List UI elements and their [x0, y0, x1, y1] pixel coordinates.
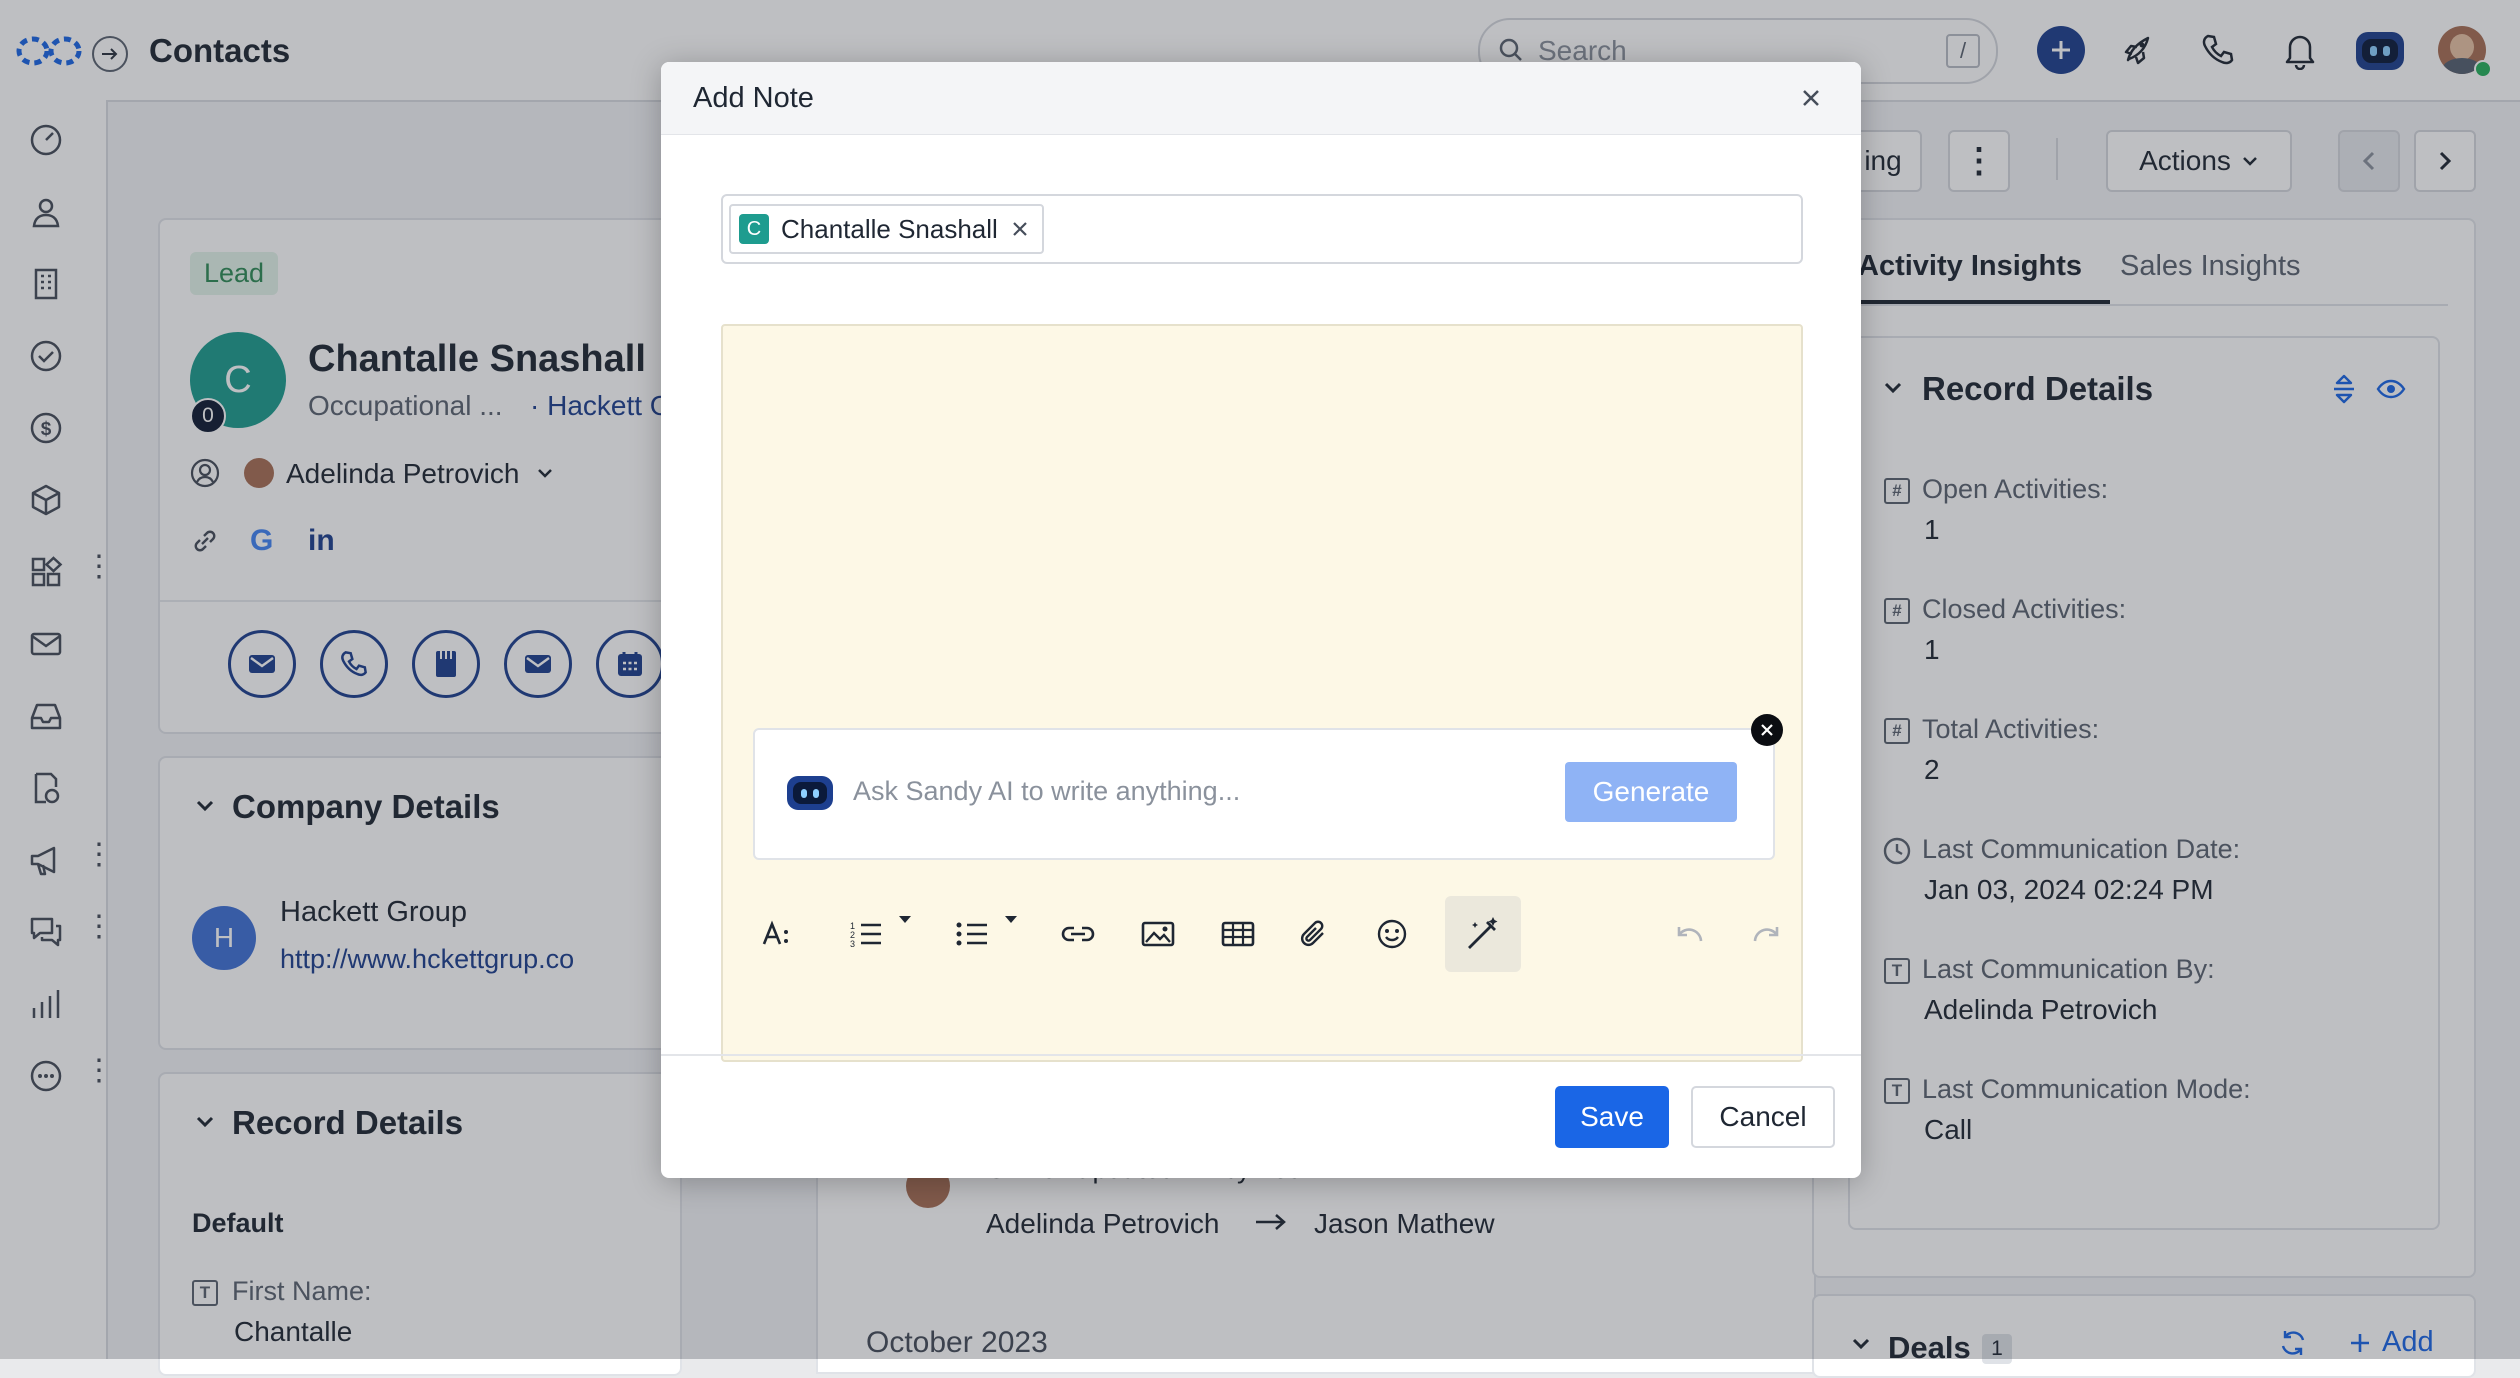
font-size-icon[interactable] [753, 896, 803, 972]
numbered-list-caret-icon[interactable] [893, 882, 917, 958]
bullet-list-caret-icon[interactable] [999, 882, 1023, 958]
generate-button[interactable]: Generate [1565, 762, 1737, 822]
modal-header: Add Note [661, 62, 1861, 135]
related-to-field[interactable]: C Chantalle Snashall [721, 194, 1803, 264]
save-button[interactable]: Save [1555, 1086, 1669, 1148]
undo-icon[interactable] [1663, 896, 1713, 972]
recipient-name: Chantalle Snashall [781, 213, 998, 244]
recipient-chip: C Chantalle Snashall [729, 204, 1044, 254]
ai-magic-wand-icon[interactable] [1445, 896, 1521, 972]
emoji-icon[interactable] [1367, 896, 1417, 972]
cancel-button[interactable]: Cancel [1691, 1086, 1835, 1148]
insert-image-icon[interactable] [1133, 896, 1183, 972]
close-ai-prompt-icon[interactable] [1751, 714, 1783, 746]
sandy-ai-bot-icon [787, 776, 833, 810]
note-editor[interactable]: Ask Sandy AI to write anything... Genera… [721, 324, 1803, 1062]
bullet-list-icon[interactable] [947, 896, 997, 972]
sandy-ai-prompt-box: Ask Sandy AI to write anything... Genera… [753, 728, 1775, 860]
recipient-avatar: C [739, 214, 769, 244]
close-modal-icon[interactable] [1799, 86, 1823, 110]
numbered-list-icon[interactable]: 123 [841, 896, 891, 972]
add-note-modal: Add Note C Chantalle Snashall Ask Sandy … [661, 62, 1861, 1178]
svg-text:3: 3 [850, 939, 855, 948]
insert-table-icon[interactable] [1213, 896, 1263, 972]
redo-icon[interactable] [1743, 896, 1793, 972]
insert-link-icon[interactable] [1053, 896, 1103, 972]
remove-recipient-icon[interactable] [1010, 219, 1030, 239]
sandy-ai-input[interactable]: Ask Sandy AI to write anything... [853, 776, 1240, 807]
footer-divider [661, 1054, 1861, 1056]
attachment-icon[interactable] [1289, 896, 1339, 972]
modal-title: Add Note [693, 82, 814, 114]
